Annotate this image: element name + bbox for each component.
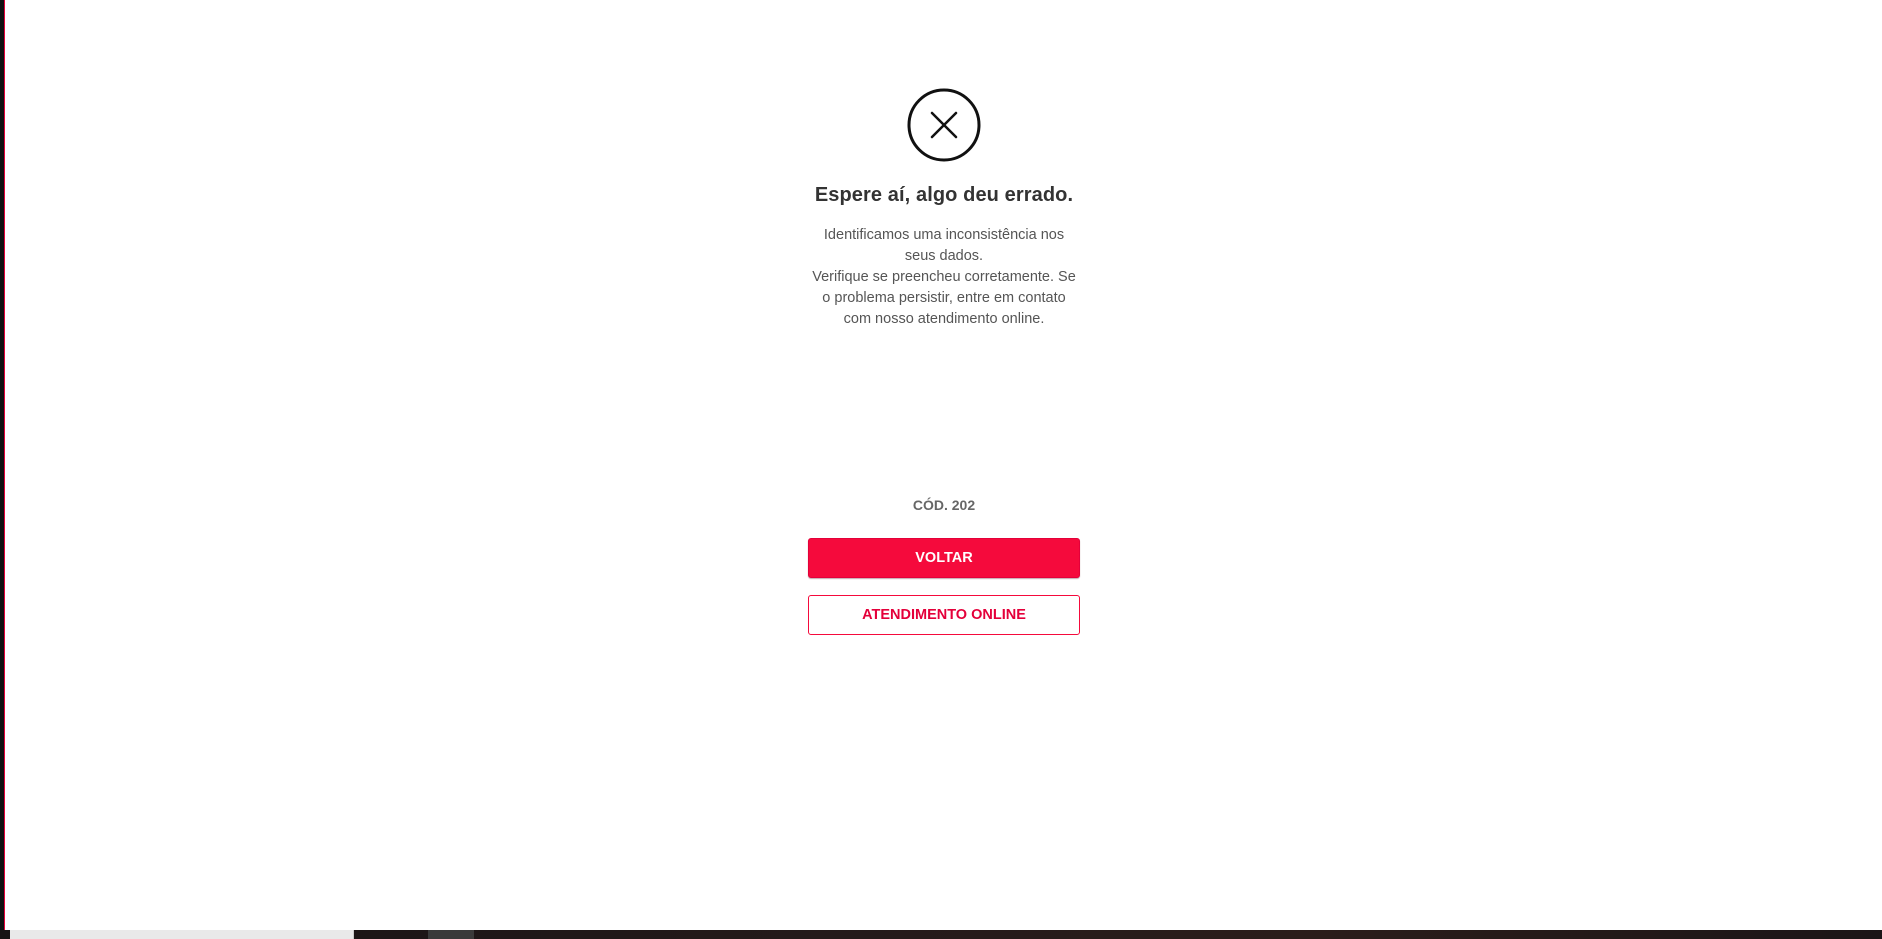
tray-icon[interactable] (1632, 930, 1640, 939)
taskbar-search-box[interactable] (10, 930, 354, 939)
error-code: CÓD. 202 (912, 497, 976, 513)
system-taskbar (0, 930, 1882, 939)
close-circle-icon (907, 88, 981, 162)
back-button[interactable]: VOLTAR (808, 538, 1080, 578)
error-message: Identificamos uma inconsistência nos seu… (808, 225, 1080, 330)
window-left-accent (4, 0, 5, 939)
error-message-line-2: Verifique se preencheu corretamente. Se … (812, 269, 1076, 327)
taskbar-active-app[interactable] (428, 930, 474, 939)
tray-clock[interactable] (1778, 930, 1810, 939)
tray-status-icon[interactable] (1729, 930, 1755, 939)
error-dialog: Espere aí, algo deu errado. Identificamo… (808, 0, 1080, 660)
error-title: Espere aí, algo deu errado. (814, 184, 1074, 206)
error-message-line-1: Identificamos uma inconsistência nos seu… (823, 227, 1065, 264)
error-screen: Espere aí, algo deu errado. Identificamo… (0, 0, 1882, 939)
online-support-button[interactable]: ATENDIMENTO ONLINE (808, 595, 1080, 635)
